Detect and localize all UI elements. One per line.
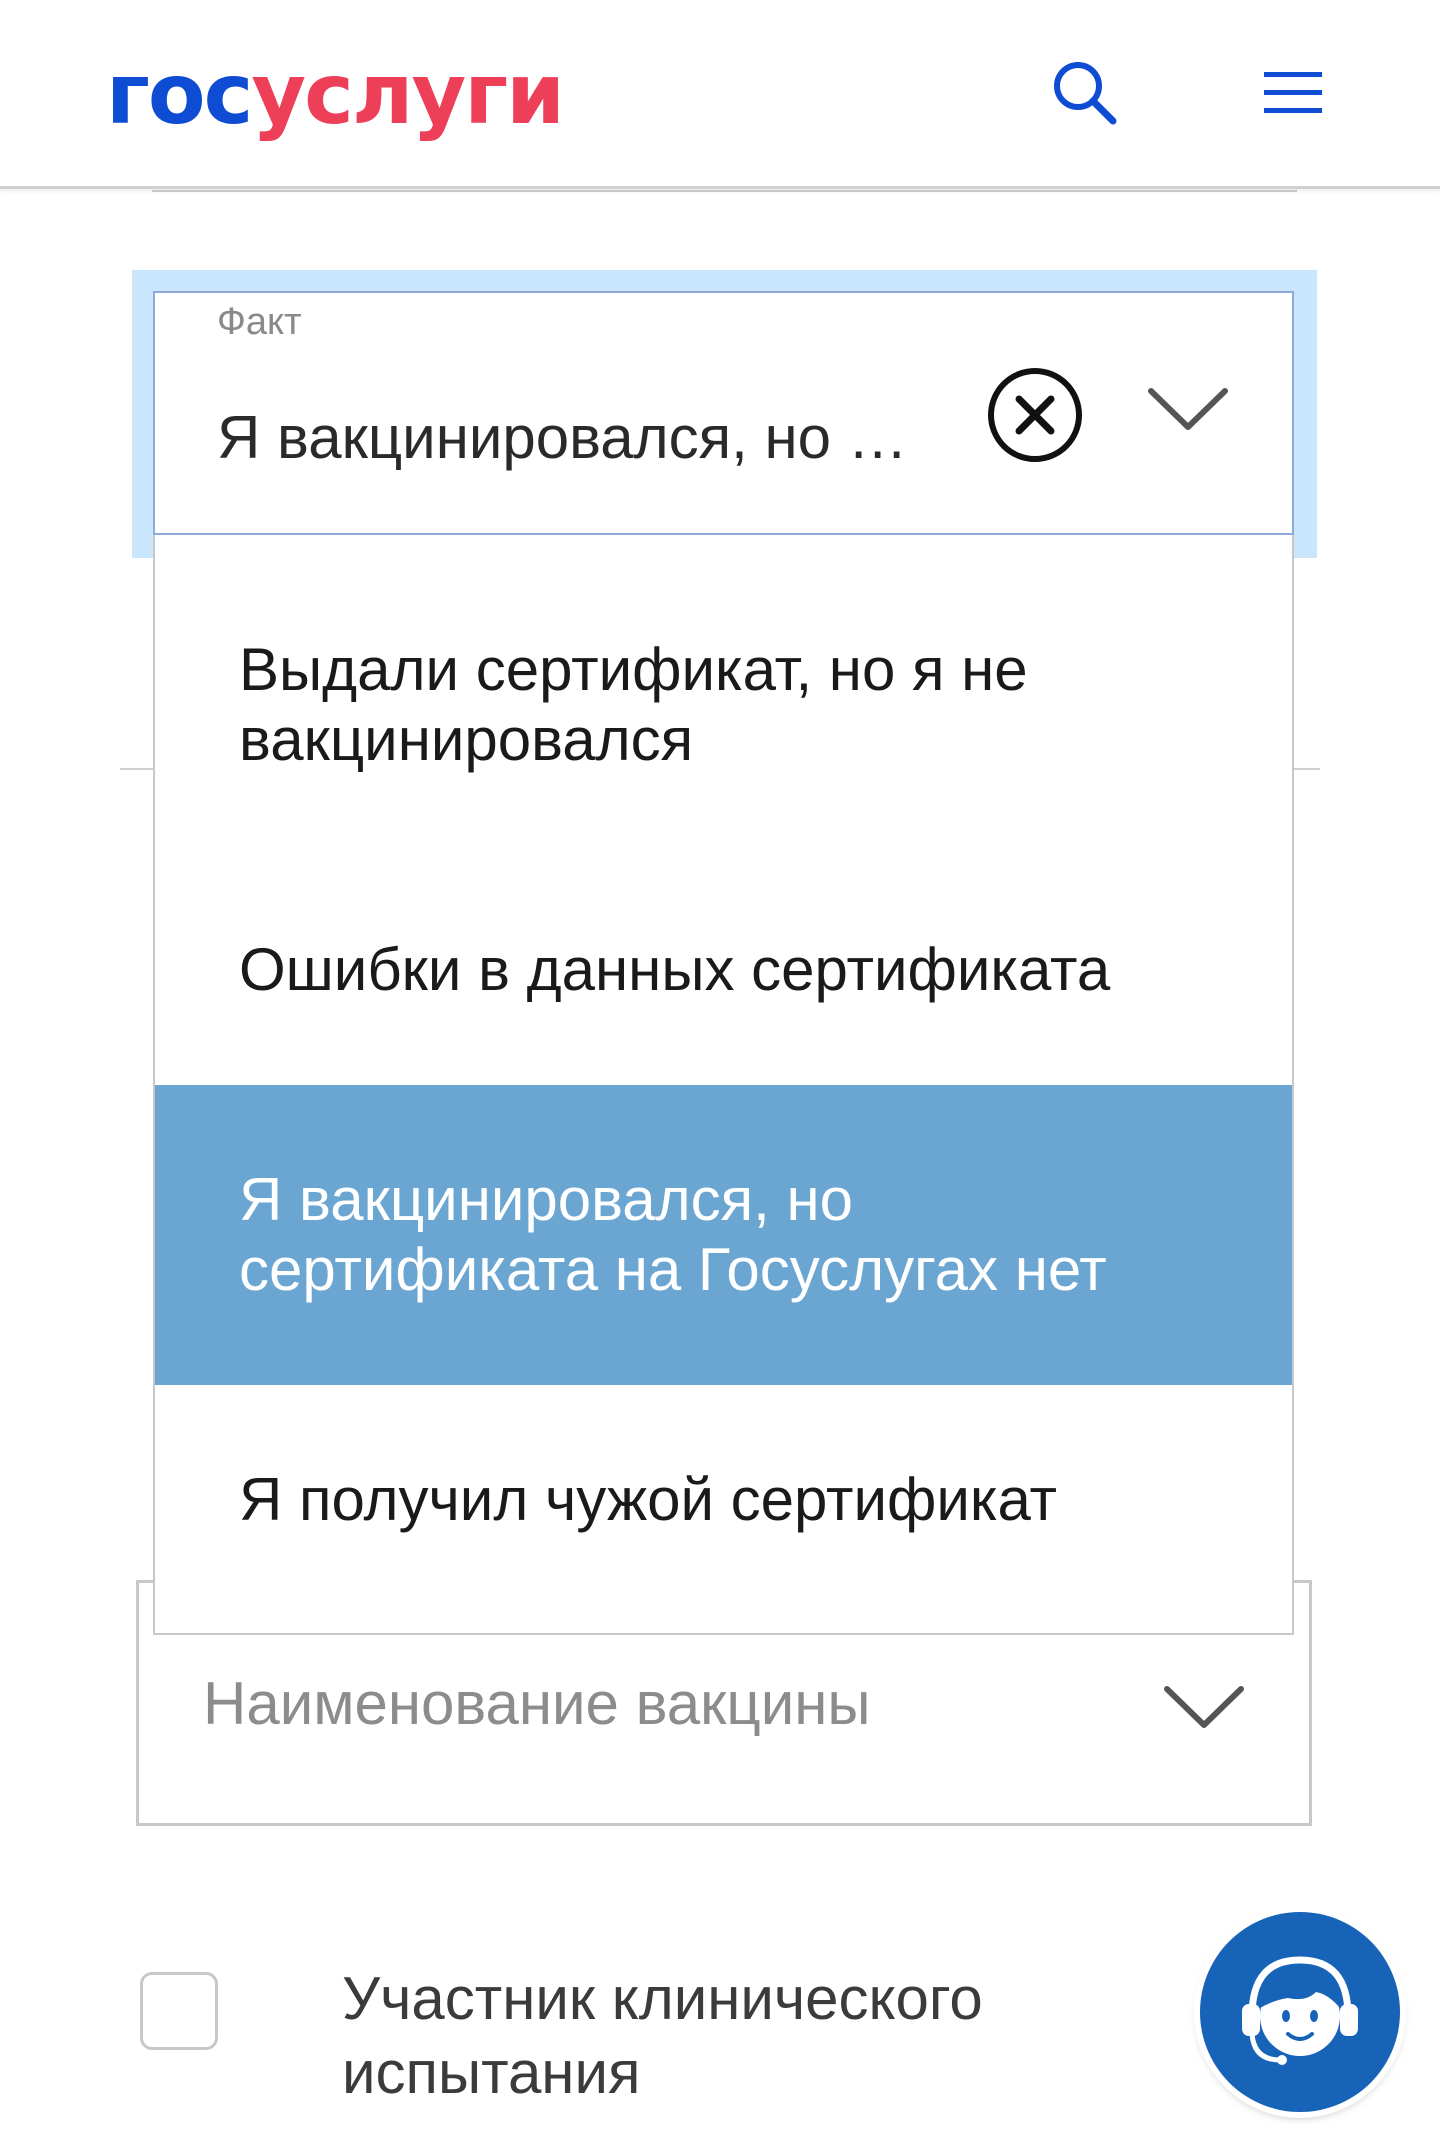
- divider: [120, 768, 156, 770]
- chevron-down-icon: [1148, 388, 1228, 430]
- support-chat-button[interactable]: [1200, 1912, 1400, 2112]
- divider: [1292, 768, 1320, 770]
- gosuslugi-logo[interactable]: госуслуги: [106, 44, 565, 144]
- clinical-trial-checkbox[interactable]: [140, 1972, 218, 2050]
- support-operator-icon: [1242, 1956, 1358, 2065]
- header: госуслуги: [0, 0, 1440, 189]
- clinical-trial-label[interactable]: Участник клинического испытания: [342, 1962, 1122, 2110]
- dropdown-option-selected[interactable]: Я вакцинировался, но сертификата на Госу…: [155, 1085, 1292, 1385]
- option-label: Ошибки в данных сертификата: [239, 936, 1111, 1003]
- option-label: Выдали сертификат, но я не вакцинировалс…: [239, 636, 1028, 773]
- vaccine-placeholder: Наименование вакцины: [203, 1670, 871, 1737]
- clear-icon: [988, 368, 1082, 462]
- dropdown-option[interactable]: Я получил чужой сертификат: [155, 1465, 1292, 1535]
- menu-button[interactable]: [1258, 58, 1328, 128]
- clear-button[interactable]: [985, 365, 1085, 465]
- fact-select[interactable]: Факт Я вакцинировался, но …: [153, 291, 1294, 535]
- fact-dropdown-list: Выдали сертификат, но я не вакцинировалс…: [153, 535, 1294, 1635]
- dropdown-toggle[interactable]: [1143, 379, 1233, 439]
- fact-field-value: Я вакцинировался, но …: [217, 404, 908, 471]
- vaccine-dropdown-toggle[interactable]: [1159, 1677, 1249, 1737]
- search-icon: [1054, 62, 1117, 125]
- option-label: Я получил чужой сертификат: [239, 1466, 1058, 1533]
- menu-icon: [1264, 72, 1322, 113]
- option-label: Я вакцинировался, но сертификата на Госу…: [239, 1166, 1107, 1303]
- logo-part-uslugi: услуги: [251, 45, 565, 143]
- dropdown-option[interactable]: Выдали сертификат, но я не вакцинировалс…: [155, 630, 1155, 780]
- fact-field-label: Факт: [217, 301, 302, 343]
- dropdown-option[interactable]: Ошибки в данных сертификата: [155, 935, 1292, 1005]
- search-button[interactable]: [1050, 58, 1120, 128]
- logo-part-gos: гос: [106, 45, 253, 143]
- chevron-down-icon: [1164, 1686, 1244, 1728]
- divider: [152, 190, 1297, 192]
